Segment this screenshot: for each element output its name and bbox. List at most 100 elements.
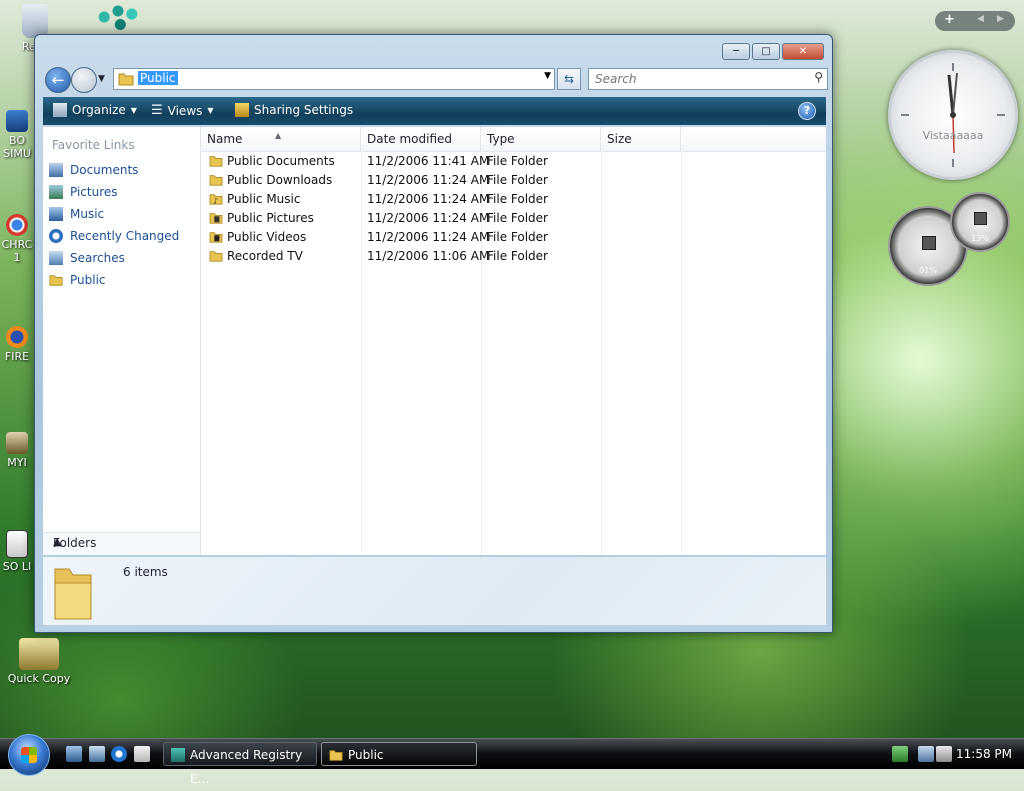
sharing-settings-button[interactable]: Sharing Settings	[235, 103, 353, 117]
maximize-button[interactable]: □	[752, 43, 780, 60]
forward-button[interactable]	[71, 67, 97, 93]
documents-icon	[49, 163, 63, 177]
desktop-icon-label: SO LI	[2, 560, 32, 573]
favorite-link-label: Searches	[70, 251, 125, 265]
internet-explorer-icon[interactable]	[111, 746, 127, 762]
desktop-icon-firefox[interactable]: FIRE	[0, 326, 34, 363]
favorite-link-music[interactable]: Music	[49, 205, 104, 223]
file-name: Public Videos	[227, 230, 307, 244]
navigation-pane: Favorite Links Documents Pictures Music …	[43, 127, 201, 555]
clock-gadget[interactable]: Vistaaaaaa	[888, 50, 1018, 180]
favorite-link-label: Music	[70, 207, 105, 221]
pictures-folder-icon	[209, 213, 223, 224]
volume-muted-icon[interactable]	[936, 746, 952, 762]
cpu-meter-gauge-small[interactable]: 13%	[950, 192, 1010, 252]
address-bar[interactable]: Public ▼	[113, 68, 555, 90]
cpu-chip-icon	[922, 236, 936, 250]
favorite-link-recently-changed[interactable]: Recently Changed	[49, 227, 179, 245]
minimize-button[interactable]: ─	[722, 43, 750, 60]
add-gadget-icon[interactable]: +	[944, 12, 955, 27]
taskbar: Advanced Registry E... Public 11:58 PM	[0, 734, 1024, 786]
taskbar-button-registry[interactable]: Advanced Registry E...	[163, 742, 317, 786]
column-header-size[interactable]: Size	[601, 127, 681, 151]
file-type: File Folder	[487, 192, 548, 206]
clock-time[interactable]: 11:58 PM	[956, 747, 1012, 761]
desktop-icon-myi[interactable]: MYI	[0, 432, 34, 469]
file-date: 11/2/2006 11:24 AM	[367, 211, 490, 225]
music-icon	[49, 207, 63, 221]
colorful-cubes-icon[interactable]	[95, 2, 141, 32]
column-header-type[interactable]: Type	[481, 127, 601, 151]
details-pane: 6 items	[43, 557, 826, 625]
table-row[interactable]: ♪ Public Music 11/2/2006 11:24 AM File F…	[201, 190, 681, 209]
back-button[interactable]: ←	[45, 67, 71, 93]
window-controls: ─ □ ✕	[722, 43, 824, 60]
desktop-icon-label: MYI	[7, 456, 27, 469]
refresh-button[interactable]: ⇆	[557, 68, 581, 90]
taskbar-button-public[interactable]: Public	[321, 742, 477, 766]
close-button[interactable]: ✕	[782, 43, 824, 60]
search-box[interactable]: ⚲	[588, 68, 828, 90]
help-icon: ?	[803, 104, 811, 117]
table-row[interactable]: Recorded TV 11/2/2006 11:06 AM File Fold…	[201, 247, 681, 266]
table-row[interactable]: Public Pictures 11/2/2006 11:24 AM File …	[201, 209, 681, 228]
table-row[interactable]: Public Documents 11/2/2006 11:41 AM File…	[201, 152, 681, 171]
folders-bar[interactable]: Folders ▲	[43, 532, 200, 555]
table-row[interactable]: Public Videos 11/2/2006 11:24 AM File Fo…	[201, 228, 681, 247]
file-type: File Folder	[487, 230, 548, 244]
start-button[interactable]	[8, 734, 50, 776]
searches-icon	[49, 251, 63, 265]
organize-label: Organize	[72, 103, 126, 117]
large-folder-icon	[54, 568, 92, 620]
file-date: 11/2/2006 11:24 AM	[367, 230, 490, 244]
favorite-link-label: Documents	[70, 163, 139, 177]
column-header-date-modified[interactable]: Date modified	[361, 127, 481, 151]
sidebar-gadget-controls: + ◀ ▶	[935, 11, 1015, 31]
favorite-link-public[interactable]: Public	[49, 271, 106, 289]
tray-app-icon[interactable]	[892, 746, 908, 762]
column-header-label: Name	[207, 132, 243, 146]
folder-icon	[118, 73, 134, 86]
chevron-down-icon: ▼	[207, 106, 214, 115]
views-button[interactable]: ☰ Views ▼	[151, 103, 214, 118]
next-gadget-icon[interactable]: ▶	[997, 14, 1004, 24]
file-name: Public Pictures	[227, 211, 314, 225]
network-icon[interactable]	[918, 746, 934, 762]
switch-windows-icon[interactable]	[89, 746, 105, 762]
sharing-icon	[235, 103, 249, 117]
search-input[interactable]	[593, 69, 797, 89]
taskbar-button-label: Advanced Registry E...	[190, 748, 303, 786]
column-header-name[interactable]: ▲ Name	[201, 127, 361, 151]
desktop-icon-label: CHRC 1	[1, 238, 33, 264]
desktop-icon-solitaire[interactable]: SO LI	[0, 530, 34, 573]
favorite-link-pictures[interactable]: Pictures	[49, 183, 118, 201]
quick-copy-icon	[19, 638, 59, 670]
history-dropdown-icon[interactable]: ▼	[98, 74, 105, 84]
previous-gadget-icon[interactable]: ◀	[977, 14, 984, 24]
media-player-icon[interactable]	[134, 746, 150, 762]
folder-icon	[329, 750, 343, 761]
music-folder-icon: ♪	[209, 194, 223, 205]
search-icon[interactable]: ⚲	[814, 70, 823, 84]
chevron-up-icon[interactable]: ▲	[53, 535, 191, 548]
table-row[interactable]: Public Downloads 11/2/2006 11:24 AM File…	[201, 171, 681, 190]
file-name: Recorded TV	[227, 249, 303, 263]
show-desktop-icon[interactable]	[66, 746, 82, 762]
help-button[interactable]: ?	[798, 102, 816, 120]
chrome-icon	[6, 214, 28, 236]
recycle-bin-icon	[22, 4, 48, 38]
address-text[interactable]: Public	[138, 71, 178, 85]
desktop-icon-chrome[interactable]: CHRC 1	[0, 214, 34, 264]
favorite-link-searches[interactable]: Searches	[49, 249, 125, 267]
desktop-icon-label: Quick Copy	[7, 672, 71, 685]
favorite-link-documents[interactable]: Documents	[49, 161, 138, 179]
organize-button[interactable]: Organize ▼	[53, 103, 137, 117]
navigation-bar: ← ▼ Public ▼ ⇆ ⚲	[43, 65, 828, 93]
file-name: Public Downloads	[227, 173, 333, 187]
memory-usage-percent: 13%	[971, 234, 989, 243]
desktop-icon-bo-simu[interactable]: BO SIMU	[0, 110, 34, 160]
address-dropdown-icon[interactable]: ▼	[544, 71, 551, 81]
folder-icon	[49, 275, 63, 286]
desktop-icon-quick-copy[interactable]: Quick Copy	[4, 638, 74, 685]
windows-logo-icon	[21, 747, 37, 763]
